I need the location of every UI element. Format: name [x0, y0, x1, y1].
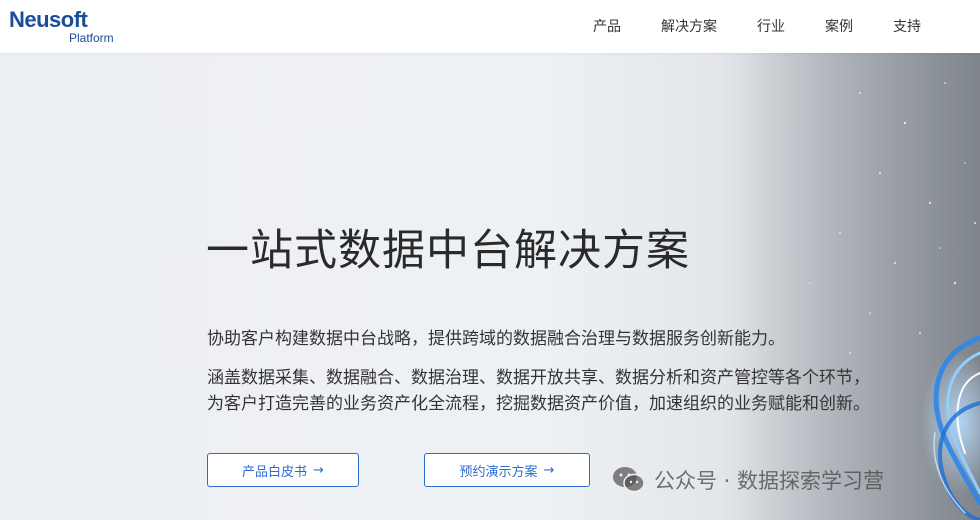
watermark-text: 公众号 · 数据探索学习营: [654, 469, 885, 493]
book-demo-button-label: 预约演示方案: [459, 464, 538, 480]
site-header: Neusoft Platform 产品 解决方案 行业 案例 支持: [0, 0, 980, 53]
nav-item-products[interactable]: 产品: [593, 16, 621, 36]
nav-item-cases[interactable]: 案例: [825, 16, 853, 36]
nav-item-solutions[interactable]: 解决方案: [661, 16, 717, 36]
light-swirl-icon: [720, 53, 980, 520]
hero-banner: 一站式数据中台解决方案 协助客户构建数据中台战略，提供跨域的数据融合治理与数据服…: [0, 53, 980, 520]
wechat-icon: [613, 467, 645, 493]
wechat-watermark: 公众号 · 数据探索学习营: [612, 465, 884, 495]
hero-description-3: 为客户打造完善的业务资产化全流程，挖掘数据资产价值，加速组织的业务赋能和创新。: [207, 394, 870, 414]
arrow-right-icon: →: [543, 462, 555, 478]
book-demo-button[interactable]: 预约演示方案 →: [424, 453, 590, 487]
arrow-right-icon: →: [313, 462, 324, 478]
whitepaper-button[interactable]: 产品白皮书 →: [207, 453, 359, 487]
hero-title: 一站式数据中台解决方案: [206, 226, 690, 276]
hero-description-2: 涵盖数据采集、数据融合、数据治理、数据开放共享、数据分析和资产管控等各个环节，: [207, 368, 870, 388]
nav-item-industries[interactable]: 行业: [757, 16, 785, 36]
main-nav: 产品 解决方案 行业 案例 支持: [0, 16, 980, 36]
whitepaper-button-label: 产品白皮书: [242, 464, 308, 480]
nav-item-support[interactable]: 支持: [893, 16, 921, 36]
hero-description-1: 协助客户构建数据中台战略，提供跨域的数据融合治理与数据服务创新能力。: [207, 329, 785, 349]
